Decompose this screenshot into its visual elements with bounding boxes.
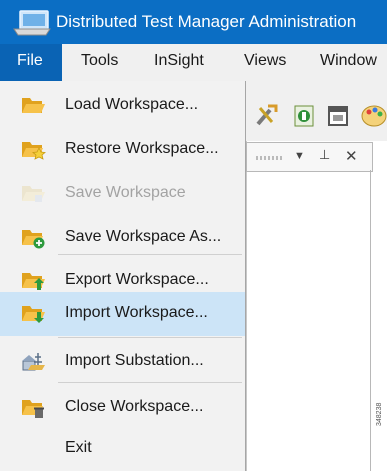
folder-import-icon: [22, 306, 45, 323]
report-icon[interactable]: [292, 102, 316, 128]
menu-item-label: Save Workspace: [65, 184, 186, 201]
panel-dropdown-icon[interactable]: ▼: [294, 150, 305, 162]
menu-item-import-substation[interactable]: Import Substation...: [0, 340, 245, 384]
docked-panel: [246, 141, 387, 471]
menu-file[interactable]: File: [0, 44, 62, 81]
menu-item-label: Restore Workspace...: [65, 140, 219, 157]
menu-window[interactable]: Window: [320, 52, 377, 70]
menu-item-label: Import Substation...: [65, 352, 204, 369]
calendar-icon[interactable]: [326, 102, 350, 128]
figure-id: 348238: [376, 402, 383, 426]
file-menu-dropdown: Load Workspace... Restore Workspace... S…: [0, 81, 246, 471]
tools-icon[interactable]: [254, 102, 278, 128]
menu-separator: [58, 254, 242, 255]
menu-item-label: Export Workspace...: [65, 271, 209, 288]
menu-bar: File Tools InSight Views Window: [0, 44, 387, 81]
panel-grip[interactable]: [256, 156, 284, 160]
menu-tools[interactable]: Tools: [81, 52, 118, 70]
menu-insight[interactable]: InSight: [154, 52, 204, 70]
menu-item-import-workspace[interactable]: Import Workspace...: [0, 292, 245, 336]
pin-icon[interactable]: ⊥: [319, 147, 330, 163]
title-bar: Distributed Test Manager Administration: [0, 0, 387, 44]
menu-file-label: File: [17, 52, 43, 69]
menu-separator: [58, 337, 242, 338]
menu-item-exit[interactable]: Exit: [0, 427, 245, 471]
menu-separator: [58, 382, 242, 383]
folder-star-icon: [22, 142, 46, 160]
menu-item-load-workspace[interactable]: Load Workspace...: [0, 84, 245, 128]
menu-item-label: Import Workspace...: [65, 304, 208, 321]
folder-add-icon: [22, 230, 45, 249]
palette-icon[interactable]: [360, 102, 387, 128]
folder-close-icon: [22, 400, 44, 418]
menu-item-label: Save Workspace As...: [65, 228, 222, 245]
menu-item-restore-workspace[interactable]: Restore Workspace...: [0, 128, 245, 172]
menu-item-close-workspace[interactable]: Close Workspace...: [0, 386, 245, 430]
menu-item-label: Close Workspace...: [65, 398, 204, 415]
window-title: Distributed Test Manager Administration: [56, 12, 357, 31]
folder-export-icon: [22, 273, 45, 290]
substation-icon: [22, 353, 45, 371]
close-icon[interactable]: ✕: [345, 147, 358, 165]
panel-border: [370, 170, 371, 471]
app-monitor-icon: [13, 10, 51, 36]
menu-item-label: Load Workspace...: [65, 96, 199, 113]
folder-open-icon: [22, 98, 45, 113]
menu-views[interactable]: Views: [244, 52, 286, 70]
folder-save-icon: [22, 186, 45, 202]
menu-item-label: Exit: [65, 439, 92, 456]
menu-item-save-workspace: Save Workspace: [0, 172, 245, 216]
